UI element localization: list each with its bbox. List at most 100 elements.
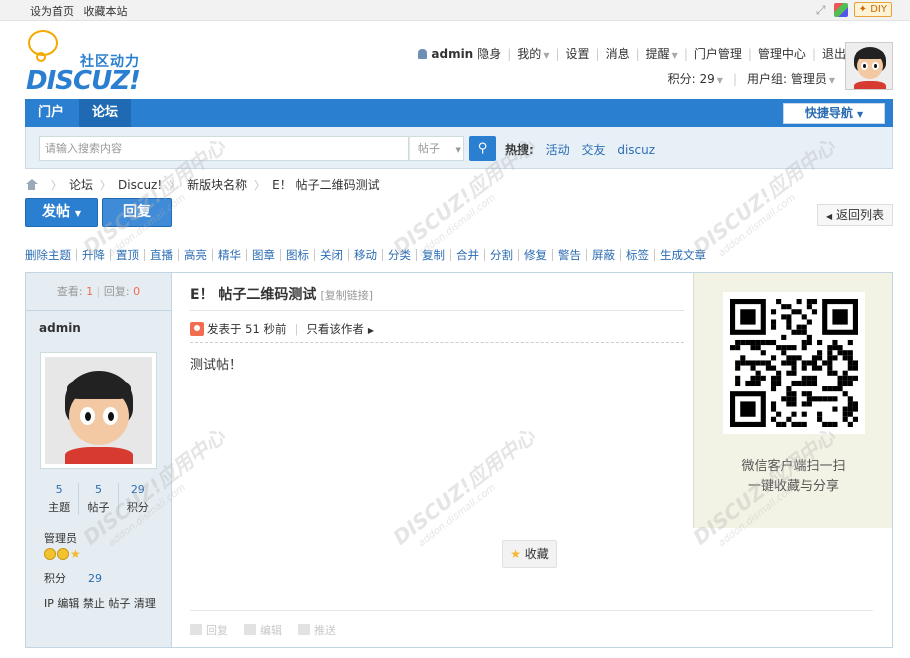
copy-link[interactable]: [复制链接] <box>320 289 373 302</box>
search-icon: ⚲ <box>477 141 488 156</box>
mod-action[interactable]: 图标 <box>280 249 314 261</box>
mod-action[interactable]: 图章 <box>246 249 280 261</box>
mod-action[interactable]: 屏蔽 <box>586 249 620 261</box>
post-title-text: E！ 帖子二维码测试 <box>190 287 317 303</box>
reminders-menu[interactable]: 提醒 ▼ <box>646 45 678 62</box>
hot-label: 热搜: <box>505 143 534 157</box>
search-button[interactable]: ⚲ <box>469 136 496 161</box>
stat-label: 帖子 <box>87 501 110 514</box>
mod-action[interactable]: 移动 <box>348 249 382 261</box>
qr-caption: 微信客户端扫一扫 一键收藏与分享 <box>694 457 893 497</box>
breadcrumb-item[interactable]: E！ 帖子二维码测试 <box>272 176 379 193</box>
reminders-label: 提醒 <box>645 47 670 61</box>
stat-value: 5 <box>94 483 102 496</box>
invisible-link[interactable]: 隐身 <box>477 45 501 62</box>
home-icon[interactable] <box>25 179 38 190</box>
mod-action[interactable]: 生成文章 <box>654 249 711 261</box>
breadcrumb-item[interactable]: 新版块名称 <box>187 176 247 193</box>
author-stat[interactable]: 5 帖子 <box>78 483 117 515</box>
favorite-label: 收藏 <box>524 547 549 561</box>
mod-action[interactable]: 精华 <box>212 249 246 261</box>
search-type-label: 帖子 <box>418 142 440 155</box>
stat-label: 积分 <box>126 501 149 514</box>
messages-link[interactable]: 消息 <box>606 45 630 62</box>
set-home-link[interactable]: 设为首页 <box>30 5 74 18</box>
credits-label: 积分: 29 <box>667 72 715 86</box>
author-stat[interactable]: 5 主题 <box>40 483 78 515</box>
portal-admin-link[interactable]: 门户管理 <box>694 45 742 62</box>
nav-forum[interactable]: 论坛 <box>79 99 131 127</box>
credits-menu[interactable]: 积分: 29 ▼ <box>668 70 723 87</box>
quick-nav-button[interactable]: 快捷导航 ▼ <box>783 103 885 124</box>
action-label: 回复 <box>206 624 228 637</box>
admin-links[interactable]: IP 编辑 禁止 帖子 清理 <box>44 595 156 611</box>
mod-action[interactable]: 关闭 <box>314 249 348 261</box>
logo-bubble-icon <box>28 30 58 62</box>
breadcrumb-item[interactable]: 论坛 <box>69 176 93 193</box>
search-type-select[interactable]: 帖子 ▼ <box>409 136 464 161</box>
post-actions: 回复 编辑 推送 <box>190 622 336 638</box>
author-stats: 5 主题 5 帖子 29 积分 <box>40 483 157 515</box>
user-bar: admin 隐身 | 我的 ▼ | 设置 | 消息 | 提醒 ▼ | 门户管理 | … <box>418 45 846 62</box>
header-avatar[interactable] <box>845 42 893 90</box>
new-post-button[interactable]: 发帖 ▼ <box>25 198 98 227</box>
post-push-action[interactable]: 推送 <box>298 622 336 638</box>
author-name[interactable]: admin <box>39 321 81 335</box>
user-info-bar: 积分: 29 ▼ | 用户组: 管理员 ▼ <box>667 70 835 87</box>
author-stat[interactable]: 29 积分 <box>117 483 157 515</box>
mod-action[interactable]: 置顶 <box>110 249 144 261</box>
app-icon[interactable] <box>833 2 848 17</box>
hot-word[interactable]: discuz <box>617 143 655 157</box>
mod-action[interactable]: 升降 <box>76 249 110 261</box>
mod-action[interactable]: 分类 <box>382 249 416 261</box>
star-icon: ★ <box>510 547 521 561</box>
only-author-link[interactable]: 只看该作者 ▶ <box>306 321 374 337</box>
author-group[interactable]: 管理员 <box>44 530 77 546</box>
username-link[interactable]: admin <box>431 47 473 61</box>
diy-button[interactable]: ✦ DIY <box>853 2 892 17</box>
hot-word[interactable]: 交友 <box>581 143 605 157</box>
user-icon <box>418 48 428 59</box>
mod-action[interactable]: 高亮 <box>178 249 212 261</box>
breadcrumb-item[interactable]: Discuz! <box>118 178 162 192</box>
push-icon <box>298 624 310 635</box>
my-menu[interactable]: 我的 ▼ <box>517 45 549 62</box>
mod-action[interactable]: 复制 <box>416 249 450 261</box>
mod-action[interactable]: 直播 <box>144 249 178 261</box>
logout-link[interactable]: 退出 <box>822 45 846 62</box>
mod-action[interactable]: 分割 <box>484 249 518 261</box>
divider <box>190 342 684 343</box>
site-logo[interactable]: 社区动力 DISCUZ! <box>26 30 146 96</box>
hot-word[interactable]: 活动 <box>546 143 570 157</box>
caret-down-icon: ▼ <box>828 76 835 85</box>
expand-icon[interactable]: ⤢ <box>814 3 828 17</box>
search-input[interactable]: 请输入搜索内容 <box>39 136 409 161</box>
back-to-list-label: 返回列表 <box>835 208 884 222</box>
admin-center-link[interactable]: 管理中心 <box>758 45 806 62</box>
post-reply-action[interactable]: 回复 <box>190 622 228 638</box>
nav-portal[interactable]: 门户 <box>25 99 77 127</box>
new-post-label: 发帖 <box>41 204 70 220</box>
divider <box>190 310 684 311</box>
reply-button[interactable]: 回复 <box>102 198 172 227</box>
edit-icon <box>244 624 256 635</box>
caret-left-icon: ◀ <box>826 212 833 221</box>
mod-action[interactable]: 修复 <box>518 249 552 261</box>
back-to-list-button[interactable]: ◀ 返回列表 <box>817 204 893 226</box>
mod-action[interactable]: 警告 <box>552 249 586 261</box>
favorite-button[interactable]: ★ 收藏 <box>502 540 557 568</box>
breadcrumb: 〉 论坛 〉 Discuz! 〉 新版块名称 〉 E！ 帖子二维码测试 <box>25 176 380 193</box>
top-bar: 设为首页 收藏本站 ⤢ ✦ DIY <box>0 0 910 21</box>
caret-down-icon: ▼ <box>857 110 864 119</box>
post-main: E！ 帖子二维码测试 [复制链接] 发表于 51 秒前 | 只看该作者 ▶ 测试帖！… <box>173 273 873 647</box>
mod-action[interactable]: 合并 <box>450 249 484 261</box>
post-edit-action[interactable]: 编辑 <box>244 622 282 638</box>
usergroup-menu[interactable]: 用户组: 管理员 ▼ <box>747 70 835 87</box>
post-content: 测试帖！ <box>190 358 243 373</box>
mod-action[interactable]: 标签 <box>620 249 654 261</box>
credit-label: 积分 <box>44 572 66 585</box>
bookmark-link[interactable]: 收藏本站 <box>84 5 128 18</box>
settings-link[interactable]: 设置 <box>566 45 590 62</box>
mod-action[interactable]: 删除主题 <box>25 249 76 261</box>
author-avatar[interactable] <box>40 352 157 469</box>
